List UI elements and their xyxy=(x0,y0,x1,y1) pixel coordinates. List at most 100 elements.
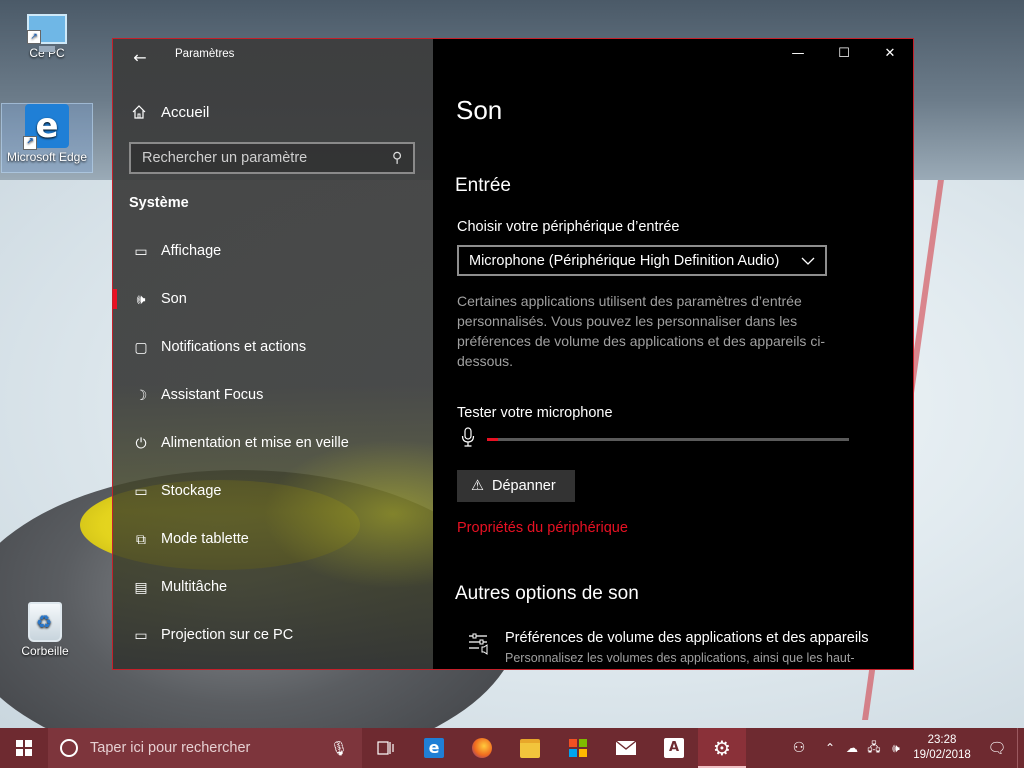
taskbar-file-explorer[interactable] xyxy=(506,728,554,768)
settings-nav-pane: ← Paramètres Accueil ⚲ Système ▭ Afficha… xyxy=(113,39,523,669)
start-button[interactable] xyxy=(0,728,48,768)
troubleshoot-label: Dépanner xyxy=(492,478,556,494)
nav-item-son[interactable]: 🕪 Son xyxy=(113,275,433,323)
taskbar-edge[interactable]: e xyxy=(410,728,458,768)
task-view-icon xyxy=(377,741,394,755)
nav-item-notifications[interactable]: ▢ Notifications et actions xyxy=(113,323,433,371)
input-device-selected: Microphone (Périphérique High Definition… xyxy=(469,252,780,269)
nav-item-label: Alimentation et mise en veille xyxy=(161,435,349,451)
app-volume-preferences-subtitle: Personnalisez les volumes des applicatio… xyxy=(505,651,855,665)
mixer-icon[interactable] xyxy=(467,632,491,661)
projection-icon: ▭ xyxy=(134,626,148,643)
input-description: Certaines applications utilisent des par… xyxy=(457,293,826,369)
settings-search-box[interactable]: ⚲ xyxy=(129,142,415,174)
desktop-icon-recycle-bin[interactable]: Corbeille xyxy=(0,602,90,658)
firefox-icon xyxy=(472,738,492,758)
nav-item-label: Multitâche xyxy=(161,579,228,595)
search-icon[interactable]: ⚲ xyxy=(392,150,402,166)
settings-window: ← Paramètres Accueil ⚲ Système ▭ Afficha… xyxy=(112,38,914,670)
nav-item-tablet-mode[interactable]: ⧉ Mode tablette xyxy=(113,515,433,563)
nav-item-label: Assistant Focus xyxy=(161,387,264,403)
mail-icon xyxy=(615,740,637,755)
troubleshoot-button[interactable]: ⚠ Dépanner xyxy=(457,470,575,502)
taskbar-store[interactable] xyxy=(554,728,602,768)
input-device-dropdown[interactable]: Microphone (Périphérique High Definition… xyxy=(457,245,827,276)
test-microphone-label: Tester votre microphone xyxy=(457,405,613,421)
nav-item-projection[interactable]: ▭ Projection sur ce PC xyxy=(113,611,433,659)
nav-item-label: Stockage xyxy=(161,483,222,499)
task-view-button[interactable] xyxy=(362,728,410,768)
window-title: Paramètres xyxy=(175,48,235,60)
store-icon xyxy=(569,739,587,757)
device-properties-link[interactable]: Propriétés du périphérique xyxy=(457,520,628,536)
home-icon xyxy=(132,105,146,119)
nav-item-power[interactable]: ⏻ Alimentation et mise en veille xyxy=(113,419,433,467)
tablet-icon: ⧉ xyxy=(136,530,146,547)
settings-search-input[interactable] xyxy=(140,149,392,167)
taskbar-search-box[interactable]: Taper ici pour rechercher 🎙 xyxy=(48,728,362,768)
nav-item-focus-assist[interactable]: ☽ Assistant Focus xyxy=(113,371,433,419)
network-icon[interactable]: 🖧 xyxy=(863,738,885,759)
windows-logo-icon xyxy=(16,740,32,756)
onedrive-icon[interactable]: ☁ xyxy=(841,741,863,755)
page-title: Son xyxy=(456,95,503,125)
warning-icon: ⚠ xyxy=(471,478,484,494)
microphone-icon[interactable]: 🎙 xyxy=(330,740,348,757)
recycle-bin-icon xyxy=(28,602,62,642)
taskbar-firefox[interactable] xyxy=(458,728,506,768)
nav-item-storage[interactable]: ▭ Stockage xyxy=(113,467,433,515)
volume-icon[interactable]: 🕪 xyxy=(885,741,907,756)
file-explorer-icon xyxy=(520,738,540,758)
other-sound-options-heading: Autres options de son xyxy=(455,583,639,604)
microphone-level-meter xyxy=(487,438,849,441)
monitor-icon: ▭ xyxy=(134,242,148,259)
settings-icon: ⚙ xyxy=(713,736,731,760)
shortcut-arrow-icon: ↗ xyxy=(23,136,37,150)
taskbar-search-placeholder: Taper ici pour rechercher xyxy=(90,740,251,756)
shortcut-arrow-icon: ↗ xyxy=(27,30,41,44)
nav-item-multitasking[interactable]: ▤ Multitâche xyxy=(113,563,433,611)
nav-item-affichage[interactable]: ▭ Affichage xyxy=(113,227,433,275)
taskbar-translator[interactable]: A xyxy=(650,728,698,768)
chevron-down-icon xyxy=(801,257,815,265)
chevron-up-icon[interactable]: ⌃ xyxy=(819,741,841,755)
nav-item-label: Son xyxy=(161,291,187,307)
minimize-button[interactable]: — xyxy=(775,39,821,69)
storage-icon: ▭ xyxy=(134,482,148,499)
choose-input-device-label: Choisir votre périphérique d’entrée xyxy=(457,219,680,235)
notification-icon: ▢ xyxy=(134,338,148,355)
action-center-icon[interactable]: 🗨 xyxy=(977,739,1017,757)
speaker-icon: 🕪 xyxy=(136,290,146,307)
home-nav-item[interactable]: Accueil xyxy=(131,101,209,123)
back-button[interactable]: ← xyxy=(125,45,155,71)
desktop-icon-this-pc[interactable]: ↗ Ce PC xyxy=(2,8,92,60)
nav-list: ▭ Affichage 🕪 Son ▢ Notifications et act… xyxy=(113,227,433,659)
power-icon: ⏻ xyxy=(135,434,147,451)
show-desktop-button[interactable] xyxy=(1017,728,1024,768)
desktop-icon-edge[interactable]: e ↗ Microsoft Edge xyxy=(1,103,93,173)
taskbar-settings[interactable]: ⚙ xyxy=(698,728,746,768)
maximize-button[interactable]: ☐ xyxy=(821,39,867,69)
cortana-icon xyxy=(60,739,78,757)
microphone-level-fill xyxy=(487,438,498,441)
computer-icon: ↗ xyxy=(27,14,67,52)
app-volume-preferences-link[interactable]: Préférences de volume des applications e… xyxy=(505,630,869,646)
system-tray: ⚇ ⌃ ☁ 🖧 🕪 23:28 19/02/2018 🗨 xyxy=(779,728,1024,768)
edge-icon: e ↗ xyxy=(23,104,69,150)
moon-icon: ☽ xyxy=(134,386,148,403)
taskbar-clock[interactable]: 23:28 19/02/2018 xyxy=(907,733,977,763)
taskbar: Taper ici pour rechercher 🎙 e A ⚙ ⚇ ⌃ ☁ … xyxy=(0,728,1024,768)
clock-time: 23:28 xyxy=(927,734,957,746)
close-button[interactable]: ✕ xyxy=(867,39,913,69)
nav-item-label: Affichage xyxy=(161,243,222,259)
nav-section-title: Système xyxy=(129,195,189,211)
people-icon[interactable]: ⚇ xyxy=(779,740,819,756)
taskbar-mail[interactable] xyxy=(602,728,650,768)
multitask-icon: ▤ xyxy=(134,578,148,595)
desktop-icon-label: Microsoft Edge xyxy=(6,150,88,164)
settings-content-pane: — ☐ ✕ Son Entrée Choisir votre périphéri… xyxy=(433,39,913,669)
clock-date: 19/02/2018 xyxy=(913,749,971,761)
nav-item-label: Mode tablette xyxy=(161,531,249,547)
input-section-heading: Entrée xyxy=(455,175,511,196)
microphone-icon xyxy=(461,427,475,451)
